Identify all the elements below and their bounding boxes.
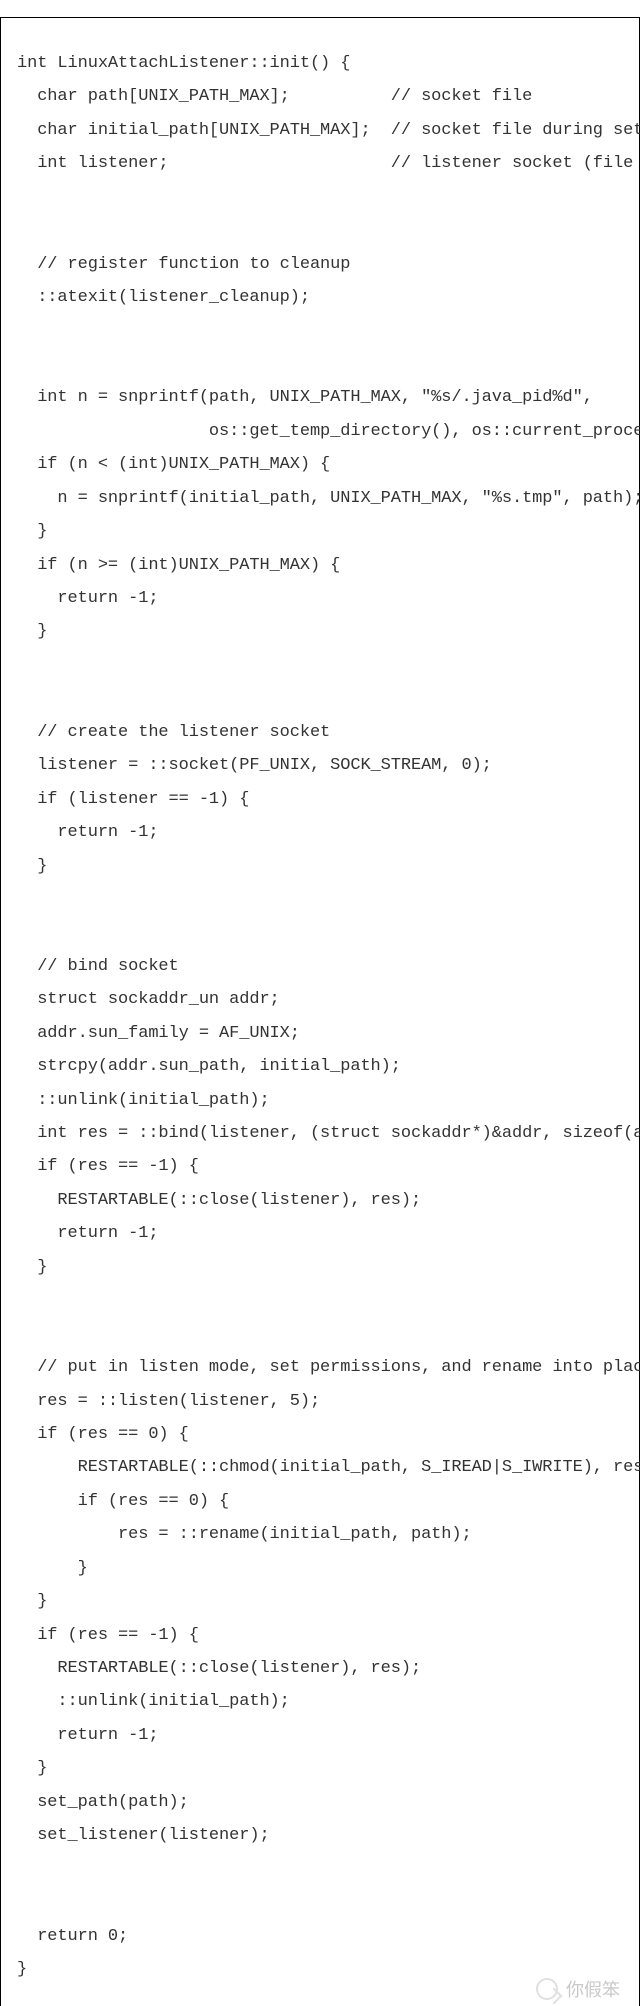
code-content: int LinuxAttachListener::init() { char p… <box>17 54 640 1979</box>
code-block: int LinuxAttachListener::init() { char p… <box>0 17 640 2006</box>
